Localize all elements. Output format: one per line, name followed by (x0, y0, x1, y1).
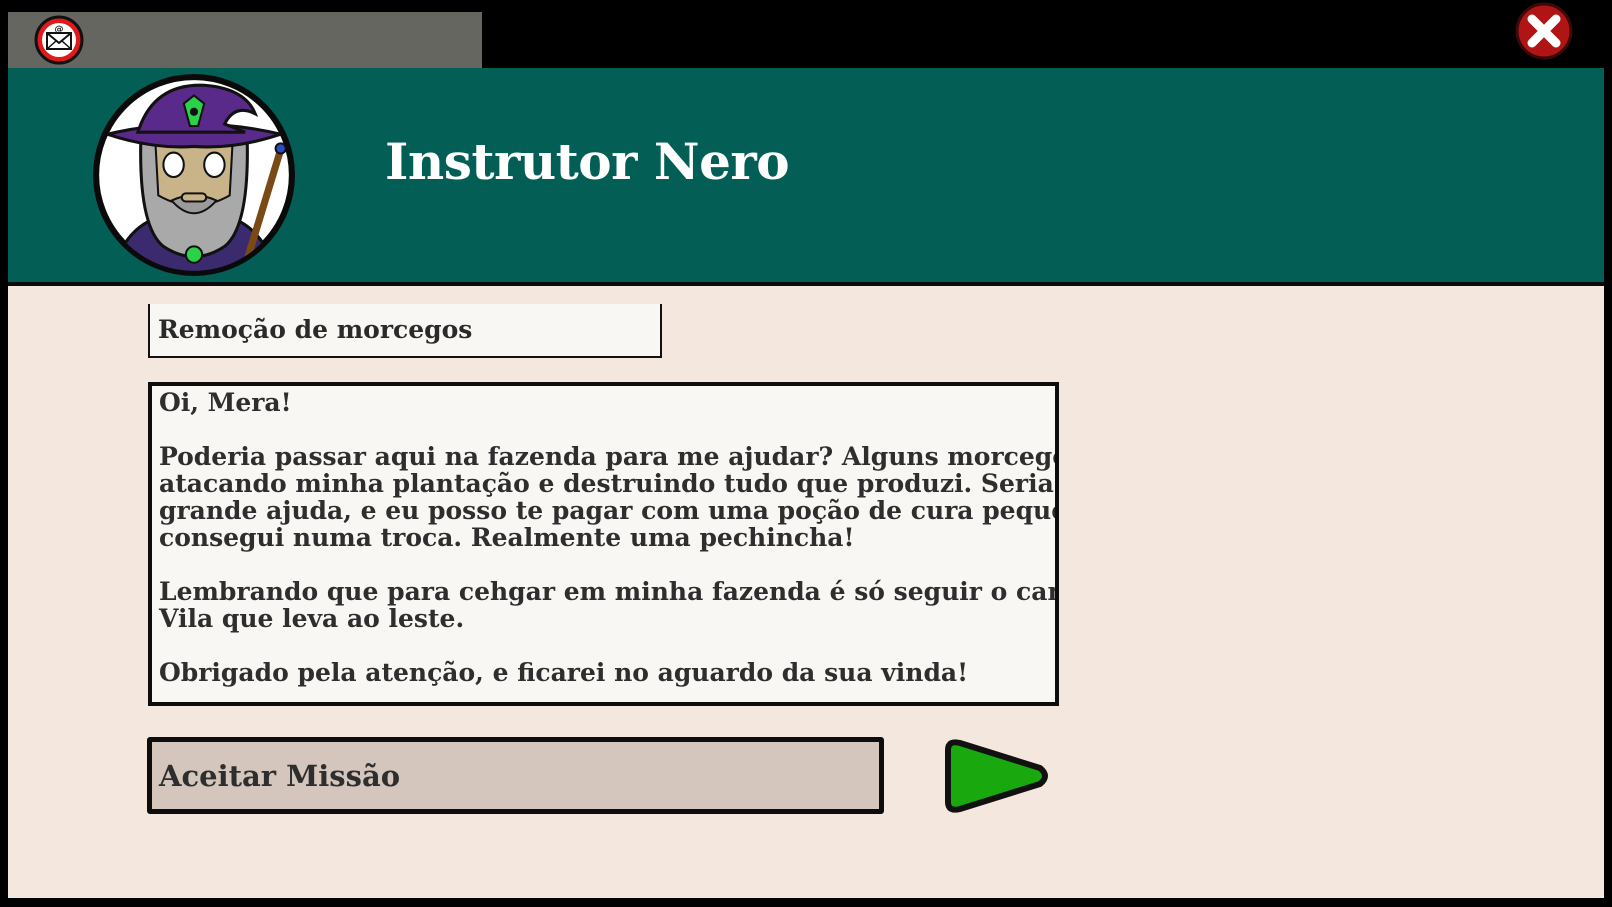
message-line: consegui numa troca. Realmente uma pechi… (159, 523, 855, 552)
message-line: grande ajuda, e eu posso te pagar com um… (159, 496, 1055, 525)
message-paragraph-1: Poderia passar aqui na fazenda para me a… (159, 443, 1055, 551)
npc-header: Instrutor Nero (8, 68, 1604, 286)
message-line: Poderia passar aqui na fazenda para me a… (159, 442, 1055, 471)
quest-window: Instrutor Nero Remoção de morcegos Oi, M… (8, 68, 1604, 898)
wizard-avatar (93, 74, 295, 276)
message-closing: Obrigado pela atenção, e ficarei no agua… (159, 658, 969, 687)
message-paragraph-2: Lembrando que para cehgar em minha fazen… (159, 578, 1055, 632)
mail-icon[interactable]: @ (34, 15, 84, 65)
message-line: Vila que leva ao leste. (159, 604, 465, 633)
close-icon[interactable] (1514, 2, 1574, 60)
accept-mission-button[interactable]: Aceitar Missão (147, 737, 884, 814)
message-line: Lembrando que para cehgar em minha fazen… (159, 577, 1055, 606)
message-greeting: Oi, Mera! (159, 388, 292, 417)
quest-message: Oi, Mera! Poderia passar aqui na fazenda… (148, 382, 1059, 706)
message-line: atacando minha plantação e destruindo tu… (159, 469, 1059, 498)
quest-title: Remoção de morcegos (148, 304, 662, 358)
play-arrow-icon[interactable] (938, 736, 1054, 816)
svg-text:@: @ (55, 25, 64, 35)
npc-name: Instrutor Nero (385, 132, 790, 191)
